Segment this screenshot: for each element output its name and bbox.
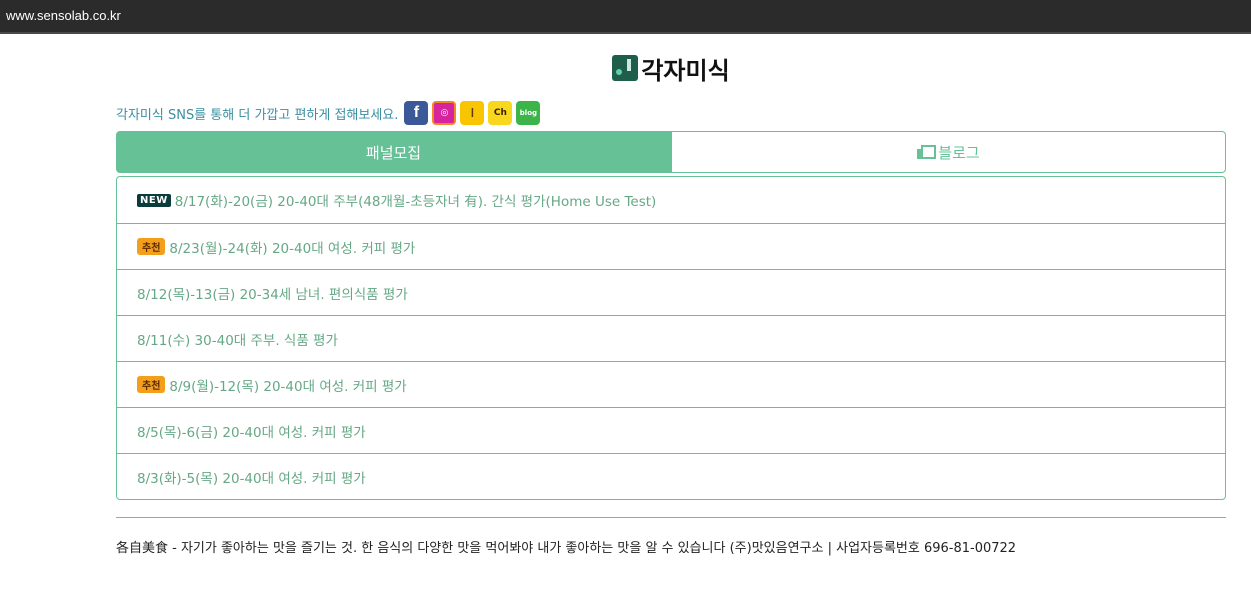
logo-icon	[612, 55, 639, 81]
site-logo[interactable]: 각자미식	[116, 34, 1226, 94]
recommend-badge: 추천	[137, 376, 166, 393]
list-item[interactable]: 8/11(수) 30-40대 주부. 식품 평가	[117, 315, 1225, 361]
list-item-text: 8/17(화)-20(금) 20-40대 주부(48개월-초등자녀 有). 간식…	[174, 194, 657, 210]
list-item-text: 8/3(화)-5(목) 20-40대 여성. 커피 평가	[137, 470, 366, 487]
list-item[interactable]: 8/5(목)-6(금) 20-40대 여성. 커피 평가	[117, 407, 1225, 453]
sns-text: 각자미식 SNS를 통해 더 가깝고 편하게 접해보세요.	[116, 107, 399, 123]
list-item[interactable]: NEW 8/17(화)-20(금) 20-40대 주부(48개월-초등자녀 有).…	[117, 177, 1225, 223]
main-container: 각자미식 각자미식 SNS를 통해 더 가깝고 편하게 접해보세요. f ◎ ❙…	[116, 34, 1226, 556]
list-item-text: 8/5(목)-6(금) 20-40대 여성. 커피 평가	[137, 424, 366, 441]
list-item-text: 8/9(월)-12(목) 20-40대 여성. 커피 평가	[169, 378, 407, 395]
copy-icon	[917, 145, 937, 159]
blog-icon[interactable]: blog	[516, 101, 541, 125]
tab-panel-recruit[interactable]: 패널모집	[116, 131, 671, 173]
tab-bar: 패널모집 블로그	[116, 131, 1226, 173]
list-item[interactable]: 8/12(목)-13(금) 20-34세 남녀. 편의식품 평가	[117, 269, 1225, 315]
sns-row: 각자미식 SNS를 통해 더 가깝고 편하게 접해보세요. f ◎ ❙ Ch b…	[116, 96, 1226, 130]
kakaochannel-icon[interactable]: Ch	[488, 101, 513, 125]
panel-list: NEW 8/17(화)-20(금) 20-40대 주부(48개월-초등자녀 有).…	[116, 176, 1226, 500]
list-item-text: 8/12(목)-13(금) 20-34세 남녀. 편의식품 평가	[137, 286, 408, 303]
kakaostory-icon[interactable]: ❙	[460, 101, 485, 125]
tab-blog-label: 블로그	[938, 143, 980, 162]
list-item-text: 8/11(수) 30-40대 주부. 식품 평가	[137, 332, 338, 349]
tab-panel-label: 패널모집	[365, 143, 422, 162]
list-item[interactable]: 추천 8/9(월)-12(목) 20-40대 여성. 커피 평가	[117, 361, 1225, 407]
instagram-icon[interactable]: ◎	[432, 101, 457, 125]
recommend-badge: 추천	[137, 238, 166, 255]
footer-text: 各自美食 - 자기가 좋아하는 맛을 즐기는 것. 한 음식의 다양한 맛을 먹…	[116, 541, 1017, 556]
tab-blog[interactable]: 블로그	[671, 131, 1226, 173]
logo-text: 각자미식	[641, 56, 730, 85]
facebook-icon[interactable]: f	[404, 101, 429, 125]
new-badge: NEW	[137, 193, 171, 207]
list-item-text: 8/23(월)-24(화) 20-40대 여성. 커피 평가	[169, 240, 416, 257]
browser-url[interactable]: www.sensolab.co.kr	[0, 0, 1251, 34]
footer-divider	[116, 517, 1226, 518]
list-item[interactable]: 8/3(화)-5(목) 20-40대 여성. 커피 평가	[117, 453, 1225, 499]
list-item[interactable]: 추천 8/23(월)-24(화) 20-40대 여성. 커피 평가	[117, 223, 1225, 269]
